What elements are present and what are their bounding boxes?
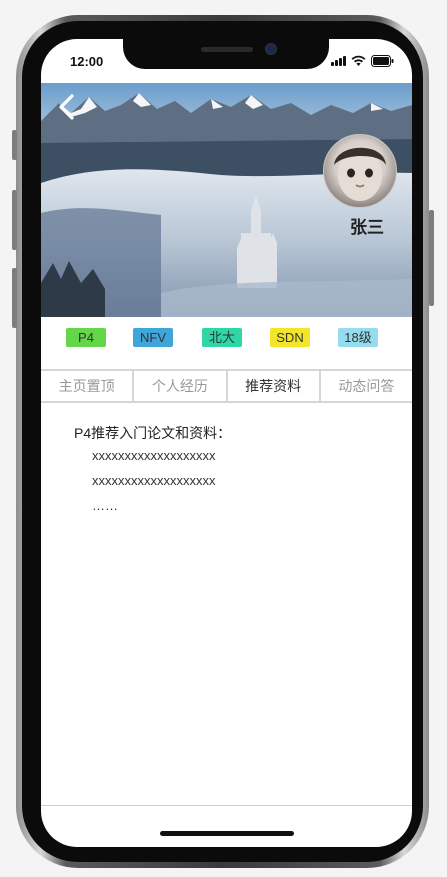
home-indicator[interactable] (160, 831, 294, 836)
bottom-bar (41, 805, 412, 847)
tab-bar: 主页置顶 个人经历 推荐资料 动态问答 (41, 369, 412, 403)
avatar[interactable] (323, 134, 397, 208)
profile-name: 张三 (350, 218, 384, 237)
content-title: P4推荐入门论文和资料： (74, 425, 232, 441)
notch (123, 39, 329, 69)
volume-up-button (12, 190, 17, 250)
power-button (429, 210, 434, 306)
mute-switch (12, 130, 17, 160)
status-icons (331, 54, 394, 68)
battery-icon (371, 55, 394, 67)
tag-p4[interactable]: P4 (66, 328, 106, 347)
phone-screen: 12:00 张三 P4 NFV 北大 SDN 18级 主页置顶 个人经历 推荐资… (41, 39, 412, 847)
tab-recommended[interactable]: 推荐资料 (228, 371, 321, 401)
chevron-left-icon[interactable] (55, 93, 79, 121)
recommended-content: P4推荐入门论文和资料： xxxxxxxxxxxxxxxxxxx xxxxxxx… (74, 423, 231, 518)
avatar-portrait (334, 147, 386, 201)
tag-grade[interactable]: 18级 (338, 328, 378, 347)
front-camera (265, 43, 277, 55)
tag-list: P4 NFV 北大 SDN 18级 (41, 317, 412, 356)
tab-pinned[interactable]: 主页置顶 (41, 371, 135, 401)
tab-experience[interactable]: 个人经历 (134, 371, 228, 401)
speaker-grille (201, 47, 253, 52)
content-line: xxxxxxxxxxxxxxxxxxx (92, 448, 216, 463)
tag-pku[interactable]: 北大 (202, 328, 242, 347)
volume-down-button (12, 268, 17, 328)
wifi-icon (351, 55, 366, 66)
tab-qa[interactable]: 动态问答 (321, 371, 412, 401)
content-line: xxxxxxxxxxxxxxxxxxx (92, 473, 216, 488)
tag-sdn[interactable]: SDN (270, 328, 310, 347)
content-line: …… (92, 498, 118, 513)
cellular-signal-icon (331, 56, 346, 66)
status-time: 12:00 (70, 54, 104, 69)
tag-nfv[interactable]: NFV (133, 328, 173, 347)
